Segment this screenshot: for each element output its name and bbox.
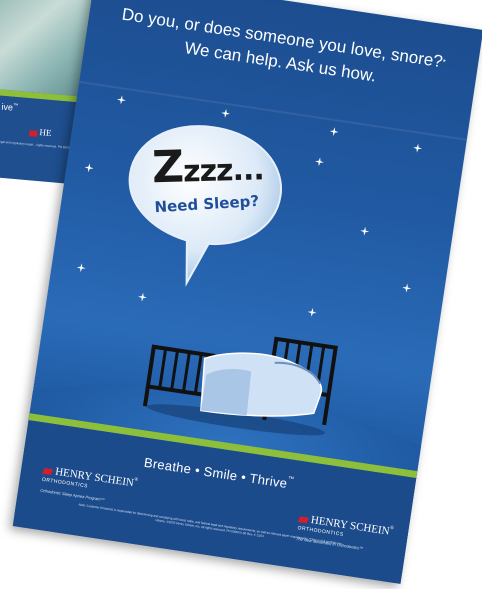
zzz-text: Zzzz... bbox=[151, 141, 265, 194]
back-poster-tagline: ive™ bbox=[1, 101, 19, 113]
back-poster-logo-icon bbox=[29, 130, 38, 137]
star-icon bbox=[307, 307, 317, 317]
star-icon bbox=[137, 292, 147, 302]
star-icon bbox=[360, 226, 370, 236]
star-icon bbox=[402, 283, 412, 293]
star-icon bbox=[116, 95, 126, 105]
star-icon bbox=[84, 163, 94, 173]
back-poster-logo: HE bbox=[39, 127, 52, 139]
star-icon bbox=[220, 108, 231, 118]
star-icon bbox=[76, 263, 86, 273]
main-poster: Do you, or does someone you love, snore?… bbox=[12, 0, 482, 584]
headline: Do you, or does someone you love, snore?… bbox=[120, 4, 447, 86]
star-icon bbox=[329, 127, 339, 137]
star-icon bbox=[314, 157, 324, 167]
back-poster-fine-print: legal and regulatory requir... rights re… bbox=[0, 139, 73, 150]
star-icon bbox=[412, 143, 423, 153]
